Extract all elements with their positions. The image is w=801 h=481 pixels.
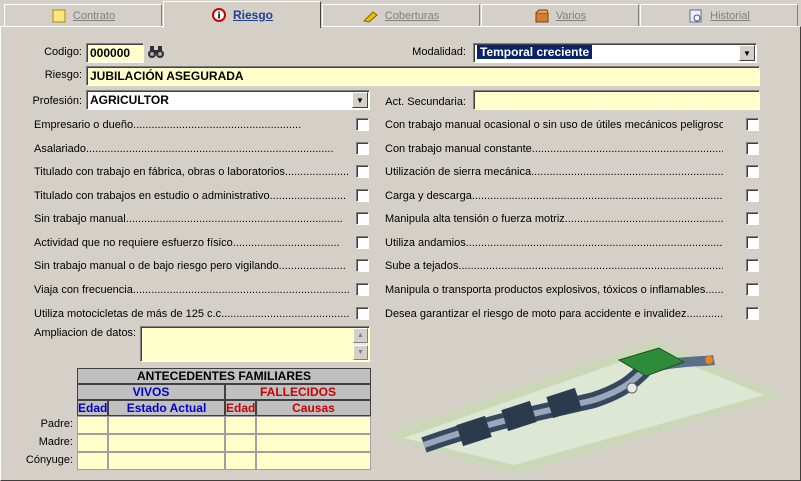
- row-label-conyuge: Cónyuge:: [25, 454, 73, 466]
- decorative-illustration: [384, 340, 784, 475]
- profesion-select[interactable]: AGRICULTOR ▼: [86, 90, 370, 110]
- ampliacion-label: Ampliacion de datos:: [34, 327, 137, 339]
- tab-riesgo[interactable]: i Riesgo: [163, 1, 321, 28]
- check-label: Sube a tejados..........................…: [385, 260, 723, 272]
- riesgo-field[interactable]: JUBILACIÓN ASEGURADA: [86, 66, 760, 86]
- binoculars-icon[interactable]: [147, 44, 165, 60]
- checkbox[interactable]: [746, 165, 759, 178]
- act-secundaria-field[interactable]: [473, 90, 760, 110]
- checkbox[interactable]: [356, 259, 369, 272]
- padre-edad-field[interactable]: [77, 416, 108, 434]
- col-edad-fallecidos: Edad: [225, 400, 256, 416]
- checkbox[interactable]: [746, 142, 759, 155]
- conyuge-estado-field[interactable]: [108, 452, 225, 470]
- vivos-header: VIVOS: [77, 384, 225, 400]
- chevron-down-icon[interactable]: ▼: [739, 45, 755, 61]
- checkbox[interactable]: [746, 189, 759, 202]
- col-edad: Edad: [77, 400, 108, 416]
- madre-edad-field[interactable]: [77, 434, 108, 452]
- codigo-field[interactable]: 000000: [86, 43, 144, 63]
- ampliacion-textarea[interactable]: ▲ ▼: [140, 326, 370, 362]
- modalidad-label: Modalidad:: [412, 46, 466, 58]
- modalidad-value: Temporal creciente: [477, 45, 593, 59]
- tab-label: Riesgo: [232, 8, 273, 22]
- checkbox[interactable]: [356, 118, 369, 131]
- checkbox[interactable]: [356, 165, 369, 178]
- profesion-value: AGRICULTOR: [90, 93, 169, 107]
- check-label: Utiliza motocicletas de más de 125 c.c..…: [34, 308, 350, 320]
- padre-estado-field[interactable]: [108, 416, 225, 434]
- tab-contrato[interactable]: Contrato: [4, 4, 162, 26]
- col-estado: Estado Actual: [108, 400, 225, 416]
- padre-causas-field[interactable]: [256, 416, 371, 434]
- coverage-icon: [362, 9, 379, 23]
- checkbox[interactable]: [746, 307, 759, 320]
- check-label: Utiliza andamios........................…: [385, 237, 723, 249]
- checkbox[interactable]: [746, 118, 759, 131]
- family-title: ANTECEDENTES FAMILIARES: [77, 368, 371, 384]
- tab-strip: Contrato i Riesgo Coberturas Varios Hist…: [0, 0, 801, 28]
- profesion-label: Profesión:: [32, 95, 82, 107]
- check-label: Con trabajo manual ocasional o sin uso d…: [385, 119, 723, 131]
- checkbox[interactable]: [356, 307, 369, 320]
- check-label: Actividad que no requiere esfuerzo físic…: [34, 237, 340, 249]
- checkbox[interactable]: [356, 189, 369, 202]
- chevron-down-icon[interactable]: ▼: [352, 92, 368, 108]
- checkbox[interactable]: [356, 142, 369, 155]
- modalidad-select[interactable]: Temporal creciente ▼: [473, 43, 757, 63]
- check-label: Viaja con frecuencia....................…: [34, 284, 350, 296]
- checkbox[interactable]: [746, 259, 759, 272]
- risk-icon: i: [211, 8, 227, 22]
- tab-historial[interactable]: Historial: [640, 4, 798, 26]
- tab-varios[interactable]: Varios: [481, 4, 639, 26]
- tab-coberturas[interactable]: Coberturas: [322, 4, 480, 26]
- codigo-label: Codigo:: [44, 46, 82, 58]
- check-label: Con trabajo manual constante............…: [385, 143, 723, 155]
- check-label: Titulado con trabajo en fábrica, obras o…: [34, 166, 350, 178]
- check-label: Sin trabajo manual......................…: [34, 213, 343, 225]
- check-label: Manipula o transporta productos explosiv…: [385, 284, 723, 296]
- contract-icon: [51, 9, 67, 23]
- tab-label: Varios: [555, 9, 587, 22]
- checkbox[interactable]: [746, 236, 759, 249]
- check-label: Sin trabajo manual o de bajo riesgo pero…: [34, 260, 346, 272]
- box-icon: [534, 9, 550, 23]
- madre-causas-field[interactable]: [256, 434, 371, 452]
- riesgo-label: Riesgo:: [44, 69, 82, 81]
- check-label: Manipula alta tensión o fuerza motriz...…: [385, 213, 723, 225]
- checkbox[interactable]: [356, 283, 369, 296]
- history-icon: [688, 9, 704, 23]
- check-label: Desea garantizar el riesgo de moto para …: [385, 308, 723, 320]
- tab-label: Historial: [710, 9, 750, 22]
- checkbox[interactable]: [746, 212, 759, 225]
- fallecidos-header: FALLECIDOS: [225, 384, 371, 400]
- tab-label: Contrato: [72, 9, 116, 22]
- check-label: Carga y descarga........................…: [385, 190, 723, 202]
- check-label: Empresario o dueño......................…: [34, 119, 302, 131]
- checkbox[interactable]: [356, 236, 369, 249]
- conyuge-edad-fallecido-field[interactable]: [225, 452, 256, 470]
- scroll-down-icon[interactable]: ▼: [353, 345, 368, 360]
- check-label: Asalariado..............................…: [34, 143, 334, 155]
- conyuge-edad-field[interactable]: [77, 452, 108, 470]
- act-secundaria-label: Act. Secundaria:: [385, 96, 466, 108]
- row-label-padre: Padre:: [40, 418, 73, 430]
- tab-label: Coberturas: [384, 9, 440, 22]
- svg-text:i: i: [217, 12, 220, 22]
- conyuge-causas-field[interactable]: [256, 452, 371, 470]
- padre-edad-fallecido-field[interactable]: [225, 416, 256, 434]
- madre-estado-field[interactable]: [108, 434, 225, 452]
- col-causas: Causas: [256, 400, 371, 416]
- checkbox[interactable]: [746, 283, 759, 296]
- row-label-madre: Madre:: [38, 436, 73, 448]
- check-label: Utilización de sierra mecánica..........…: [385, 166, 723, 178]
- check-label: Titulado con trabajos en estudio o admin…: [34, 190, 347, 202]
- madre-edad-fallecido-field[interactable]: [225, 434, 256, 452]
- scrollbar[interactable]: ▲ ▼: [353, 328, 368, 360]
- scroll-up-icon[interactable]: ▲: [353, 328, 368, 343]
- checkbox[interactable]: [356, 212, 369, 225]
